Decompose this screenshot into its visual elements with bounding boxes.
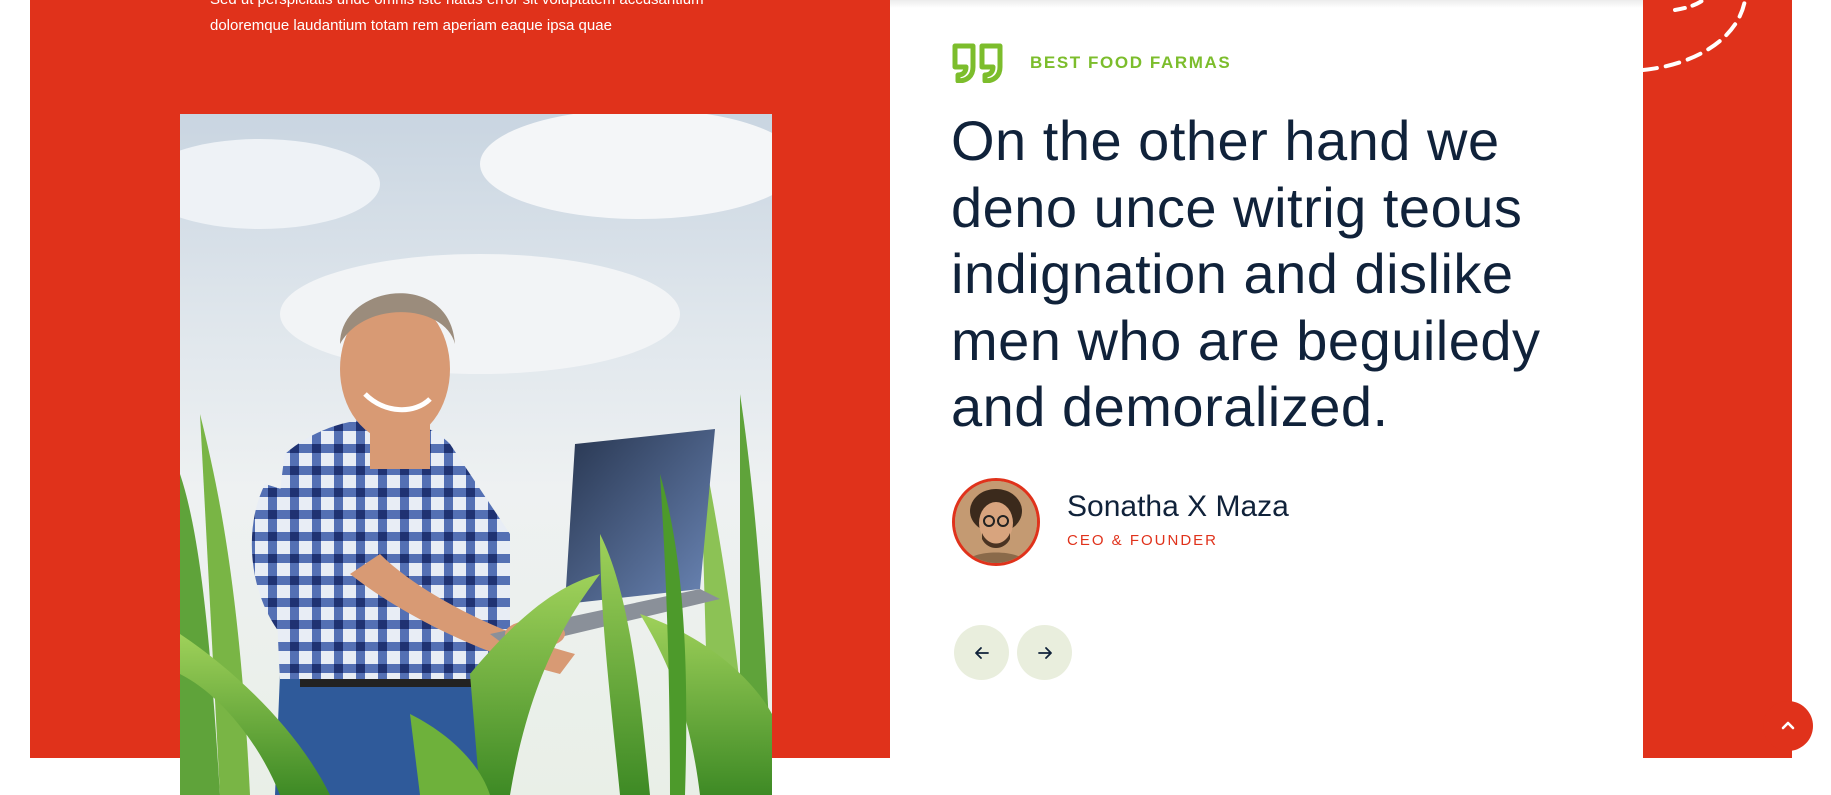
intro-line-1: Sed ut perspiciatis unde omnis iste natu…: [210, 0, 770, 13]
arrow-left-icon: [974, 646, 989, 659]
scroll-to-top-button[interactable]: [1763, 701, 1813, 751]
avatar: [952, 478, 1040, 566]
next-testimonial-button[interactable]: [1017, 625, 1072, 680]
testimonial-eyebrow: BEST FOOD FARMAS: [1030, 53, 1232, 72]
quote-icon: [952, 43, 1003, 83]
prev-testimonial-button[interactable]: [954, 625, 1009, 680]
testimonial-quote: On the other hand we deno unce witrig te…: [951, 109, 1541, 438]
arrow-right-icon: [1037, 646, 1052, 659]
chevron-up-icon: [1781, 721, 1795, 730]
farmer-photo: [180, 114, 772, 795]
intro-paragraph: Sed ut perspiciatis unde omnis iste natu…: [210, 0, 770, 39]
intro-line-2: doloremque laudantium totam rem aperiam …: [210, 17, 612, 34]
author-role: CEO & FOUNDER: [1067, 532, 1219, 549]
author-name: Sonatha X Maza: [1067, 490, 1289, 523]
top-shadow: [890, 0, 1643, 8]
right-red-strip: [1643, 0, 1792, 758]
testimonial-section: Sed ut perspiciatis unde omnis iste natu…: [0, 0, 1831, 795]
dashed-arc-decoration: [1643, 0, 1747, 72]
